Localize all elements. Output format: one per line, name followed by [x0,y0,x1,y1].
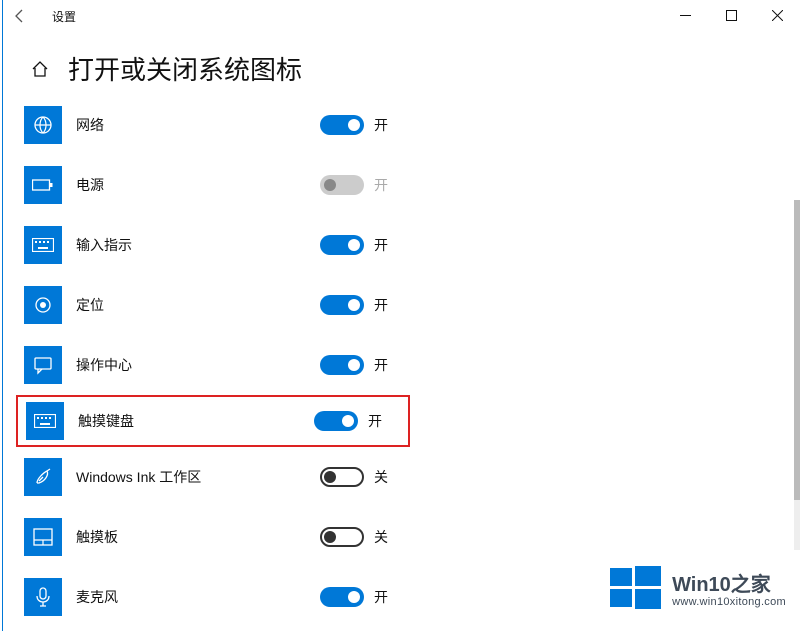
setting-label: 电源 [76,175,276,195]
titlebar: 设置 [0,0,800,32]
toggle-state-label: 开 [374,355,388,375]
touchpad-icon [24,518,62,556]
settings-list: 网络开电源开输入指示开定位开操作中心开触摸键盘开Windows Ink 工作区关… [0,95,800,627]
toggle-state-label: 开 [374,587,388,607]
location-icon [24,286,62,324]
setting-label: Windows Ink 工作区 [76,467,276,487]
setting-row-network: 网络 开 [24,95,800,155]
window-controls [662,0,800,30]
setting-label: 麦克风 [76,587,276,607]
setting-label: 定位 [76,295,276,315]
minimize-icon [680,10,691,21]
setting-row-location: 定位 开 [24,275,800,335]
toggle-touch-kbd[interactable] [314,411,358,431]
toggle-mic[interactable] [320,587,364,607]
toggle-state-label: 开 [374,295,388,315]
toggle-state-label: 开 [374,115,388,135]
globe-icon [24,106,62,144]
setting-row-ink: Windows Ink 工作区 关 [24,447,800,507]
toggle-ink[interactable] [320,467,364,487]
app-title: 设置 [52,8,76,25]
arrow-left-icon [12,8,28,24]
setting-row-action-center: 操作中心 开 [24,335,800,395]
chat-icon [24,346,62,384]
toggle-state-label: 关 [374,467,388,487]
back-button[interactable] [12,8,52,24]
setting-row-touch-kbd: 触摸键盘 开 [16,395,410,447]
scrollbar[interactable] [794,200,800,550]
mic-icon [24,578,62,616]
maximize-icon [726,10,737,21]
toggle-power [320,175,364,195]
toggle-state-label: 开 [374,235,388,255]
setting-row-ime: 输入指示 开 [24,215,800,275]
toggle-state-label: 开 [368,411,382,431]
close-icon [772,10,783,21]
setting-label: 触摸键盘 [78,411,278,431]
watermark-url: www.win10xitong.com [672,596,786,608]
setting-row-touchpad: 触摸板 关 [24,507,800,567]
maximize-button[interactable] [708,0,754,30]
watermark: Win10之家 www.win10xitong.com [608,562,786,621]
setting-label: 触摸板 [76,527,276,547]
toggle-action-center[interactable] [320,355,364,375]
toggle-state-label: 开 [374,175,388,195]
windows-logo-icon [608,562,662,621]
toggle-state-label: 关 [374,527,388,547]
setting-label: 输入指示 [76,235,276,255]
battery-icon [24,166,62,204]
setting-label: 网络 [76,115,276,135]
toggle-location[interactable] [320,295,364,315]
close-button[interactable] [754,0,800,30]
minimize-button[interactable] [662,0,708,30]
setting-row-power: 电源 开 [24,155,800,215]
watermark-title: Win10之家 [672,574,786,596]
toggle-network[interactable] [320,115,364,135]
pen-icon [24,458,62,496]
keyboard-icon [26,402,64,440]
keyboard-icon [24,226,62,264]
toggle-touchpad[interactable] [320,527,364,547]
toggle-ime[interactable] [320,235,364,255]
setting-label: 操作中心 [76,355,276,375]
scrollbar-thumb[interactable] [794,200,800,500]
